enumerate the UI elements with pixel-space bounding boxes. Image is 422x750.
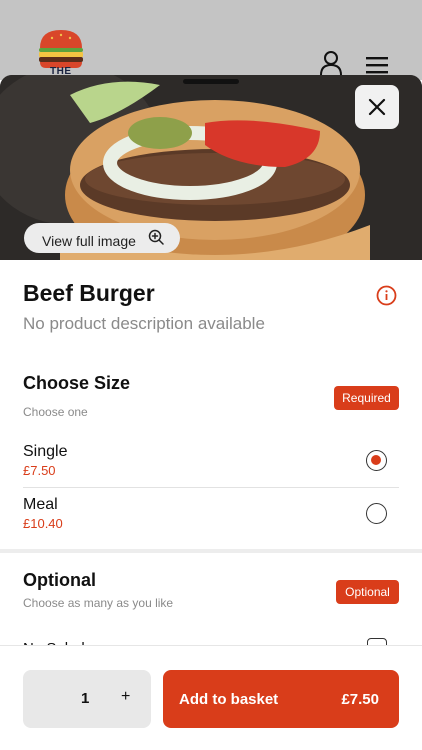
menu-icon[interactable] bbox=[364, 54, 390, 76]
option-price: £10.40 bbox=[23, 516, 63, 531]
info-icon[interactable] bbox=[376, 285, 397, 306]
option-price: £7.50 bbox=[23, 463, 56, 478]
close-button[interactable] bbox=[355, 85, 399, 129]
radio-button-selected[interactable] bbox=[366, 450, 387, 471]
add-to-basket-label: Add to basket bbox=[179, 691, 279, 708]
size-option-single[interactable]: Single £7.50 bbox=[23, 437, 399, 487]
section-divider bbox=[0, 549, 422, 553]
product-image[interactable]: View full image bbox=[0, 75, 422, 260]
choose-size-title: Choose Size bbox=[23, 373, 131, 393]
view-full-image-button[interactable]: View full image bbox=[24, 223, 180, 253]
close-icon bbox=[368, 98, 386, 116]
zoom-in-icon bbox=[148, 229, 164, 245]
optional-badge: Optional bbox=[336, 580, 399, 604]
option-divider bbox=[23, 487, 399, 488]
basket-footer: 1 + Add to basket £7.50 bbox=[0, 645, 422, 750]
product-description: No product description available bbox=[23, 314, 265, 333]
user-icon[interactable] bbox=[318, 50, 344, 76]
sheet-grabber[interactable] bbox=[183, 79, 239, 84]
radio-button[interactable] bbox=[366, 503, 387, 524]
option-name: Single bbox=[23, 443, 68, 460]
product-title: Beef Burger bbox=[23, 280, 155, 306]
optional-subtitle: Choose as many as you like bbox=[23, 596, 174, 610]
optional-title: Optional bbox=[23, 570, 96, 590]
view-full-image-label: View full image bbox=[42, 233, 136, 249]
add-to-basket-button[interactable]: Add to basket £7.50 bbox=[163, 670, 399, 728]
required-badge: Required bbox=[334, 386, 399, 410]
choose-size-subtitle: Choose one bbox=[23, 405, 88, 419]
product-sheet: View full image Beef Burger No product d… bbox=[0, 75, 422, 750]
quantity-stepper: 1 + bbox=[23, 670, 151, 728]
size-option-meal[interactable]: Meal £10.40 bbox=[23, 490, 399, 540]
increment-button[interactable]: + bbox=[121, 688, 130, 706]
basket-total: £7.50 bbox=[341, 691, 379, 708]
quantity-value: 1 bbox=[81, 690, 90, 707]
option-name: Meal bbox=[23, 496, 58, 513]
